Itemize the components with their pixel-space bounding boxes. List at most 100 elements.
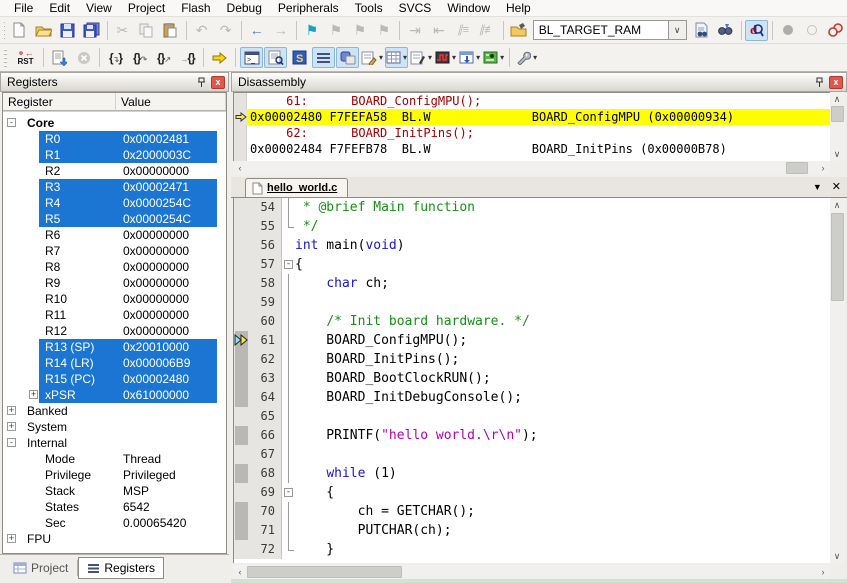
expand-icon[interactable]: + [7,406,16,415]
code-line[interactable]: 67 [234,445,830,464]
step-over-button[interactable]: {}↷ [128,47,151,68]
menu-svcs[interactable]: SVCS [391,0,440,16]
disassembly-instruction-line[interactable]: 0x00002480 F7FEFA58 BL.W BOARD_ConfigMPU… [234,109,844,125]
code-line[interactable]: 70 ch = GETCHAR(); [234,502,830,521]
scroll-right-icon[interactable]: › [816,161,830,175]
editor-vscrollbar[interactable]: ∧ ∨ [830,198,845,563]
scroll-left-icon[interactable]: ‹ [233,161,247,175]
register-row[interactable]: R5 0x0000254C [3,211,226,227]
register-row[interactable]: + FPU [3,531,226,547]
scroll-up-icon[interactable]: ∧ [830,92,844,106]
tab-registers[interactable]: Registers [78,557,165,579]
breakpoint-margin[interactable] [234,255,250,274]
prev-bookmark-button[interactable]: ⚑ [348,20,371,41]
scroll-thumb[interactable] [831,106,844,122]
breakpoint-margin[interactable] [234,350,250,369]
editor-tab-hello-world[interactable]: hello_world.c [245,178,349,197]
insert-breakpoint-button[interactable] [776,20,799,41]
save-button[interactable] [56,20,79,41]
register-row[interactable]: R4 0x0000254C [3,195,226,211]
call-stack-window-button[interactable] [336,47,359,68]
scroll-up-icon[interactable]: ∧ [830,198,844,212]
scroll-right-icon[interactable]: › [816,565,830,579]
start-stop-debug-button[interactable]: d [744,19,768,41]
show-next-statement-button[interactable] [208,47,231,68]
register-row[interactable]: - Core [3,115,226,131]
breakpoint-margin[interactable] [234,312,250,331]
open-file-button[interactable] [32,20,55,41]
memory-window-button[interactable]: ▾ [385,47,409,68]
register-row[interactable]: R10 0x00000000 [3,291,226,307]
scroll-left-icon[interactable]: ‹ [233,565,247,579]
fold-collapse-icon[interactable]: - [284,260,293,269]
close-document-icon[interactable]: ✕ [832,180,841,193]
navigate-back-button[interactable]: ← [245,20,268,41]
target-select-dropdown[interactable]: ∨ [667,20,687,40]
scroll-thumb[interactable] [247,566,402,578]
breakpoint-margin[interactable] [234,483,250,502]
kill-all-breakpoints-button[interactable] [824,20,847,41]
register-row[interactable]: + System [3,419,226,435]
scroll-down-icon[interactable]: ∨ [830,549,844,563]
scroll-thumb[interactable] [786,162,808,174]
new-file-button[interactable] [8,20,31,41]
code-line[interactable]: 54 * @brief Main function [234,198,830,217]
breakpoint-margin[interactable] [234,445,250,464]
code-line[interactable]: 71 PUTCHAR(ch); [234,521,830,540]
redo-button[interactable]: ↷ [214,20,237,41]
unindent-button[interactable]: ⇤ [428,20,451,41]
find-in-files-button[interactable] [690,20,713,41]
register-row[interactable]: + xPSR 0x61000000 [3,387,226,403]
register-row[interactable]: States 6542 [3,499,226,515]
step-out-button[interactable]: {}↗ [152,47,175,68]
undo-button[interactable]: ↶ [190,20,213,41]
menu-edit[interactable]: Edit [41,0,78,16]
breakpoint-margin[interactable] [234,369,250,388]
register-row[interactable]: R8 0x00000000 [3,259,226,275]
disassembly-source-line[interactable]: 61: BOARD_ConfigMPU(); [234,93,844,109]
breakpoint-margin[interactable] [234,388,250,407]
code-line[interactable]: 64 BOARD_InitDebugConsole(); [234,388,830,407]
register-row[interactable]: R3 0x00002471 [3,179,226,195]
menu-file[interactable]: File [6,0,41,16]
register-row[interactable]: Stack MSP [3,483,226,499]
register-row[interactable]: R9 0x00000000 [3,275,226,291]
scroll-down-icon[interactable]: ∨ [830,147,844,161]
breakpoint-margin[interactable] [234,217,250,236]
collapse-icon[interactable]: - [7,438,16,447]
menu-tools[interactable]: Tools [347,0,391,16]
next-bookmark-button[interactable]: ⚑ [324,20,347,41]
collapse-icon[interactable]: - [7,118,16,127]
comment-button[interactable]: ∥≡ [452,20,475,41]
disassembly-content[interactable]: 61: BOARD_ConfigMPU(); 0x00002480 F7FEFA5… [233,92,845,161]
disassembly-instruction-line[interactable]: 0x00002484 F7FEFB78 BL.W BOARD_InitPins … [234,141,844,157]
menu-peripherals[interactable]: Peripherals [270,0,347,16]
register-row[interactable]: R2 0x00000000 [3,163,226,179]
toggle-bookmark-button[interactable]: ⚑ [300,20,323,41]
pin-icon[interactable] [812,75,826,89]
breakpoint-margin[interactable] [234,464,250,483]
register-row[interactable]: R11 0x00000000 [3,307,226,323]
register-row[interactable]: R1 0x2000003C [3,147,226,163]
register-row[interactable]: R14 (LR) 0x000006B9 [3,355,226,371]
breakpoint-margin[interactable] [234,521,250,540]
menu-debug[interactable]: Debug [219,0,270,16]
breakpoint-margin[interactable] [234,407,250,426]
tab-list-dropdown-icon[interactable]: ▼ [813,182,822,192]
navigate-forward-button[interactable]: → [269,20,292,41]
menu-view[interactable]: View [78,0,120,16]
find-button[interactable] [714,20,737,41]
paste-button[interactable] [159,20,182,41]
close-icon[interactable]: x [211,75,225,89]
register-row[interactable]: Sec 0.00065420 [3,515,226,531]
clear-bookmarks-button[interactable]: ⚑ [372,20,395,41]
column-value[interactable]: Value [116,93,226,111]
step-into-button[interactable]: {↴} [104,47,127,68]
toolbar-grip[interactable] [4,21,5,39]
disassembly-window-button[interactable] [264,47,287,68]
menu-help[interactable]: Help [498,0,539,16]
code-line[interactable]: 59 [234,293,830,312]
register-row[interactable]: Mode Thread [3,451,226,467]
expand-icon[interactable]: + [29,390,38,399]
editor-hscrollbar[interactable]: ‹ › [233,565,830,579]
